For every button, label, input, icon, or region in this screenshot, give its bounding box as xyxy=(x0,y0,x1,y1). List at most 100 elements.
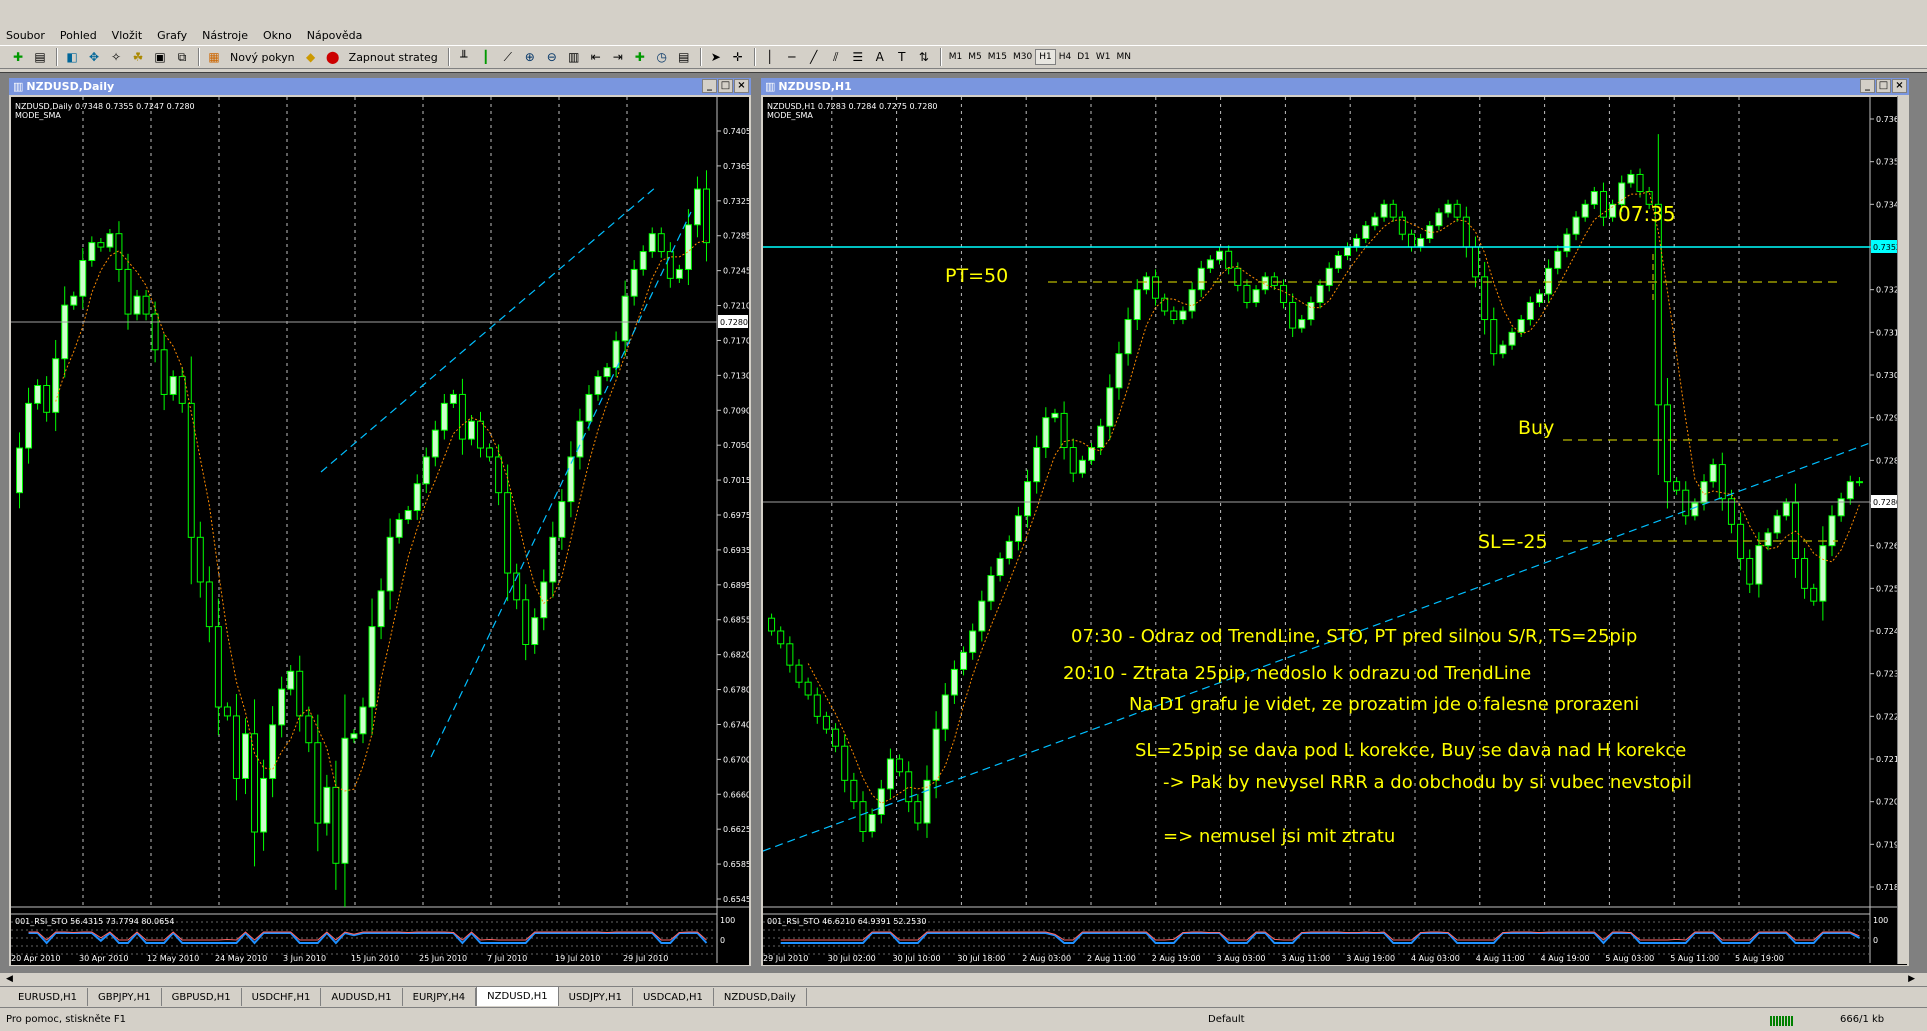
chart-window-h1[interactable]: ▥ NZDUSD,H1 _ □ × 0.7365 0.7355 0.7345 0.73… xyxy=(760,77,1910,967)
menu-grafy[interactable]: Grafy xyxy=(157,29,187,42)
daily-chart[interactable]: 0.7405 0.7365 0.7325 0.7285 0.7245 0.7210 0.71… xyxy=(11,97,749,965)
autoscroll-icon[interactable]: ⇥ xyxy=(608,47,628,67)
h1-chart[interactable]: 0.73650.73550.73450.73350.73250.73150.73… xyxy=(763,97,1907,965)
candle-body xyxy=(777,630,785,645)
close-button[interactable]: × xyxy=(734,79,749,93)
channel-icon[interactable]: ⫽ xyxy=(826,47,846,67)
expert-advisors-icon[interactable]: ⬤ xyxy=(323,47,343,67)
timeframe-m15[interactable]: M15 xyxy=(985,49,1010,65)
profiles-icon[interactable]: ▤ xyxy=(30,47,50,67)
horizontal-scrollbar[interactable]: ◀ ▶ xyxy=(0,972,1927,986)
periods-icon[interactable]: ◷ xyxy=(652,47,672,67)
indicators-icon[interactable]: ✚ xyxy=(630,47,650,67)
candle-body xyxy=(495,456,503,494)
vertical-line-icon[interactable]: │ xyxy=(760,47,780,67)
crosshair-icon[interactable]: ✛ xyxy=(728,47,748,67)
data-window-icon[interactable]: ▣ xyxy=(150,47,170,67)
text-label-icon[interactable]: T xyxy=(892,47,912,67)
arrows-icon[interactable]: ⇅ xyxy=(914,47,934,67)
tab-usdcad-h1[interactable]: USDCAD,H1 xyxy=(633,988,714,1006)
timeframe-m30[interactable]: M30 xyxy=(1010,49,1035,65)
candle-body xyxy=(1535,293,1543,303)
tile-windows-icon[interactable]: ▥ xyxy=(564,47,584,67)
time-tick-label: 20 Apr 2010 xyxy=(11,954,60,963)
candle-body xyxy=(1252,289,1260,303)
timeframe-d1[interactable]: D1 xyxy=(1074,49,1093,65)
navigator-icon[interactable]: ✥ xyxy=(84,47,104,67)
menu-soubor[interactable]: Soubor xyxy=(6,29,45,42)
candle-body xyxy=(1572,216,1580,235)
tab-nzdusd-h1[interactable]: NZDUSD,H1 xyxy=(476,986,559,1006)
tab-usdchf-h1[interactable]: USDCHF,H1 xyxy=(242,988,322,1006)
new-order-icon[interactable]: ▦ xyxy=(204,47,224,67)
candle-body xyxy=(996,557,1004,577)
templates-icon[interactable]: ▤ xyxy=(674,47,694,67)
vertical-scrollbar[interactable] xyxy=(1897,96,1909,964)
candle-body xyxy=(1737,523,1745,559)
window-titlebar[interactable]: ▥ NZDUSD,H1 _ □ × xyxy=(761,78,1909,95)
timeframe-mn[interactable]: MN xyxy=(1114,49,1135,65)
fibonacci-icon[interactable]: ☰ xyxy=(848,47,868,67)
candle-body xyxy=(133,295,141,315)
price-tick-label: 0.7365 xyxy=(723,162,749,171)
timeframe-m1[interactable]: M1 xyxy=(946,49,966,65)
tab-nzdusd-daily[interactable]: NZDUSD,Daily xyxy=(714,988,807,1006)
annotation-note-5: -> Pak by nevysel RRR a do obchodu by si… xyxy=(1163,772,1692,793)
text-icon[interactable]: A xyxy=(870,47,890,67)
minimize-button[interactable]: _ xyxy=(702,79,717,93)
timeframe-w1[interactable]: W1 xyxy=(1093,49,1114,65)
menu-pohled[interactable]: Pohled xyxy=(60,29,97,42)
zoom-in-icon[interactable]: ⊕ xyxy=(520,47,540,67)
candle-body xyxy=(377,590,385,628)
tab-usdjpy-h1[interactable]: USDJPY,H1 xyxy=(559,988,633,1006)
new-chart-icon[interactable]: ✚ xyxy=(8,47,28,67)
history-center-icon[interactable]: ⧉ xyxy=(172,47,192,67)
horizontal-line-icon[interactable]: ─ xyxy=(782,47,802,67)
candle-body xyxy=(251,733,259,833)
tab-audusd-h1[interactable]: AUDUSD,H1 xyxy=(321,988,403,1006)
scroll-right-icon[interactable]: ▶ xyxy=(1908,974,1915,984)
timeframe-m5[interactable]: M5 xyxy=(965,49,985,65)
candle-body xyxy=(61,304,69,360)
candlestick-icon[interactable]: ┃ xyxy=(476,47,496,67)
price-tick-label: 0.6545 xyxy=(723,895,749,904)
candle-body xyxy=(1453,203,1461,218)
close-button[interactable]: × xyxy=(1892,79,1907,93)
candle-body xyxy=(1298,319,1306,329)
maximize-button[interactable]: □ xyxy=(718,79,733,93)
menu-nastroje[interactable]: Nástroje xyxy=(202,29,248,42)
new-order-button[interactable]: Nový pokyn xyxy=(226,47,299,67)
line-chart-icon[interactable]: ⟋ xyxy=(498,47,518,67)
chart-window-daily[interactable]: ▥ NZDUSD,Daily _ □ × 0.7405 0.7365 0.7325 0… xyxy=(8,77,752,967)
window-titlebar[interactable]: ▥ NZDUSD,Daily _ □ × xyxy=(9,78,751,95)
cursor-icon[interactable]: ➤ xyxy=(706,47,726,67)
timeframe-h1[interactable]: H1 xyxy=(1035,49,1056,65)
minimize-button[interactable]: _ xyxy=(1860,79,1875,93)
menu-vlozit[interactable]: Vložit xyxy=(112,29,142,42)
zoom-out-icon[interactable]: ⊖ xyxy=(542,47,562,67)
tab-eurusd-h1[interactable]: EURUSD,H1 xyxy=(8,988,89,1006)
chart-info-mode: MODE_SMA xyxy=(15,111,61,120)
strategy-tester-icon[interactable]: ☘ xyxy=(128,47,148,67)
candle-body xyxy=(1124,319,1132,355)
menu-napoveda[interactable]: Nápověda xyxy=(307,29,363,42)
menu-okno[interactable]: Okno xyxy=(263,29,292,42)
tab-eurjpy-h4[interactable]: EURJPY,H4 xyxy=(403,988,477,1006)
trendline-icon[interactable]: ╱ xyxy=(804,47,824,67)
terminal-icon[interactable]: ✧ xyxy=(106,47,126,67)
candle-body xyxy=(332,786,340,864)
tab-gbpjpy-h1[interactable]: GBPJPY,H1 xyxy=(88,988,162,1006)
candle-body xyxy=(1590,191,1598,205)
chart-shift-icon[interactable]: ⇤ xyxy=(586,47,606,67)
market-watch-icon[interactable]: ◧ xyxy=(62,47,82,67)
time-tick-label: 30 Jul 10:00 xyxy=(893,954,941,963)
scroll-left-icon[interactable]: ◀ xyxy=(6,974,13,984)
toggle-strategy-button[interactable]: Zapnout strateg xyxy=(345,47,442,67)
candle-body xyxy=(1700,481,1708,504)
tab-gbpusd-h1[interactable]: GBPUSD,H1 xyxy=(162,988,242,1006)
metaeditor-icon[interactable]: ◆ xyxy=(301,47,321,67)
maximize-button[interactable]: □ xyxy=(1876,79,1891,93)
bar-chart-icon[interactable]: ╨ xyxy=(454,47,474,67)
timeframe-h4[interactable]: H4 xyxy=(1056,49,1075,65)
candle-body xyxy=(1161,297,1169,312)
